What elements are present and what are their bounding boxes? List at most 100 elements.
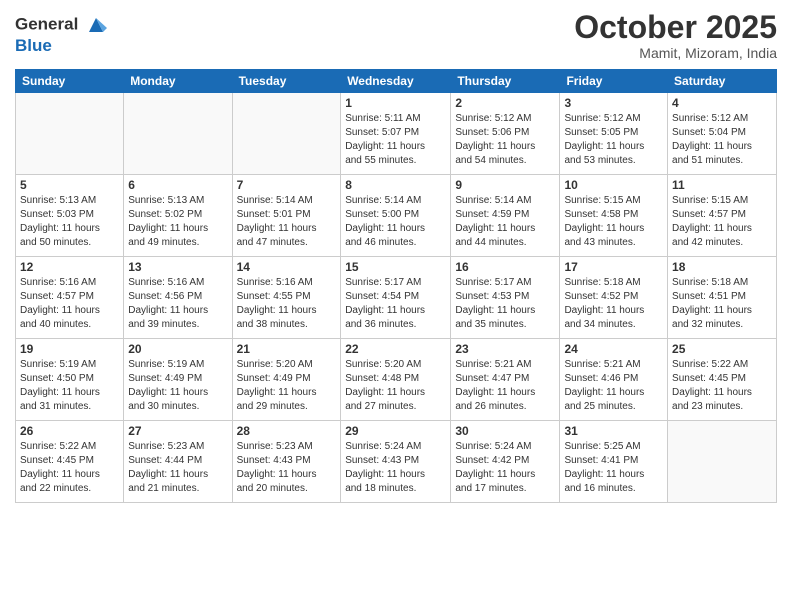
calendar-cell: 10 Sunrise: 5:15 AMSunset: 4:58 PMDayligh…	[560, 175, 668, 257]
logo: General Blue	[15, 14, 107, 56]
day-info: Sunrise: 5:23 AMSunset: 4:43 PMDaylight:…	[237, 440, 337, 496]
day-info: Sunrise: 5:24 AMSunset: 4:42 PMDaylight:…	[455, 440, 555, 496]
day-number: 17	[564, 260, 663, 274]
day-info: Sunrise: 5:20 AMSunset: 4:48 PMDaylight:…	[345, 358, 446, 414]
day-info: Sunrise: 5:21 AMSunset: 4:47 PMDaylight:…	[455, 358, 555, 414]
day-number: 28	[237, 424, 337, 438]
day-number: 18	[672, 260, 772, 274]
day-info: Sunrise: 5:19 AMSunset: 4:50 PMDaylight:…	[20, 358, 119, 414]
calendar-cell: 4 Sunrise: 5:12 AMSunset: 5:04 PMDaylight…	[668, 93, 777, 175]
weekday-header-row: SundayMondayTuesdayWednesdayThursdayFrid…	[16, 70, 777, 93]
day-number: 4	[672, 96, 772, 110]
calendar-cell: 13 Sunrise: 5:16 AMSunset: 4:56 PMDayligh…	[124, 257, 232, 339]
day-number: 13	[128, 260, 227, 274]
weekday-header-friday: Friday	[560, 70, 668, 93]
calendar-cell: 21Sunrise: 5:20 AMSunset: 4:49 PMDayligh…	[232, 339, 341, 421]
day-number: 8	[345, 178, 446, 192]
day-info: Sunrise: 5:17 AMSunset: 4:54 PMDaylight:…	[345, 276, 446, 332]
calendar-cell: 6 Sunrise: 5:13 AMSunset: 5:02 PMDaylight…	[124, 175, 232, 257]
logo-blue: Blue	[15, 36, 107, 56]
calendar-week-2: 5 Sunrise: 5:13 AMSunset: 5:03 PMDaylight…	[16, 175, 777, 257]
day-number: 5	[20, 178, 119, 192]
calendar-cell: 3 Sunrise: 5:12 AMSunset: 5:05 PMDaylight…	[560, 93, 668, 175]
day-info: Sunrise: 5:15 AMSunset: 4:58 PMDaylight:…	[564, 194, 663, 250]
day-number: 27	[128, 424, 227, 438]
calendar-week-5: 26 Sunrise: 5:22 AMSunset: 4:45 PMDayligh…	[16, 421, 777, 503]
weekday-header-wednesday: Wednesday	[341, 70, 451, 93]
day-info: Sunrise: 5:14 AMSunset: 5:00 PMDaylight:…	[345, 194, 446, 250]
day-info: Sunrise: 5:14 AMSunset: 4:59 PMDaylight:…	[455, 194, 555, 250]
day-info: Sunrise: 5:11 AMSunset: 5:07 PMDaylight:…	[345, 112, 446, 168]
day-number: 19	[20, 342, 119, 356]
day-number: 6	[128, 178, 227, 192]
calendar-cell: 16Sunrise: 5:17 AMSunset: 4:53 PMDayligh…	[451, 257, 560, 339]
weekday-header-thursday: Thursday	[451, 70, 560, 93]
calendar-cell: 11Sunrise: 5:15 AMSunset: 4:57 PMDayligh…	[668, 175, 777, 257]
calendar-cell: 9 Sunrise: 5:14 AMSunset: 4:59 PMDaylight…	[451, 175, 560, 257]
day-number: 20	[128, 342, 227, 356]
calendar-cell	[232, 93, 341, 175]
day-info: Sunrise: 5:24 AMSunset: 4:43 PMDaylight:…	[345, 440, 446, 496]
day-number: 23	[455, 342, 555, 356]
page-header: General Blue October 2025 Mamit, Mizoram…	[15, 10, 777, 61]
day-info: Sunrise: 5:17 AMSunset: 4:53 PMDaylight:…	[455, 276, 555, 332]
calendar-cell: 20 Sunrise: 5:19 AMSunset: 4:49 PMDayligh…	[124, 339, 232, 421]
weekday-header-monday: Monday	[124, 70, 232, 93]
calendar-cell: 14Sunrise: 5:16 AMSunset: 4:55 PMDayligh…	[232, 257, 341, 339]
month-title: October 2025	[574, 10, 777, 45]
calendar-cell: 29 Sunrise: 5:24 AMSunset: 4:43 PMDayligh…	[341, 421, 451, 503]
day-info: Sunrise: 5:22 AMSunset: 4:45 PMDaylight:…	[672, 358, 772, 414]
day-number: 31	[564, 424, 663, 438]
calendar-table: SundayMondayTuesdayWednesdayThursdayFrid…	[15, 69, 777, 503]
day-info: Sunrise: 5:16 AMSunset: 4:56 PMDaylight:…	[128, 276, 227, 332]
day-info: Sunrise: 5:22 AMSunset: 4:45 PMDaylight:…	[20, 440, 119, 496]
day-info: Sunrise: 5:21 AMSunset: 4:46 PMDaylight:…	[564, 358, 663, 414]
calendar-cell: 5 Sunrise: 5:13 AMSunset: 5:03 PMDaylight…	[16, 175, 124, 257]
calendar-cell	[16, 93, 124, 175]
day-info: Sunrise: 5:16 AMSunset: 4:57 PMDaylight:…	[20, 276, 119, 332]
day-number: 9	[455, 178, 555, 192]
day-info: Sunrise: 5:14 AMSunset: 5:01 PMDaylight:…	[237, 194, 337, 250]
location-subtitle: Mamit, Mizoram, India	[574, 45, 777, 61]
calendar-cell: 26 Sunrise: 5:22 AMSunset: 4:45 PMDayligh…	[16, 421, 124, 503]
day-number: 2	[455, 96, 555, 110]
weekday-header-tuesday: Tuesday	[232, 70, 341, 93]
calendar-cell: 28 Sunrise: 5:23 AMSunset: 4:43 PMDayligh…	[232, 421, 341, 503]
day-number: 7	[237, 178, 337, 192]
day-info: Sunrise: 5:19 AMSunset: 4:49 PMDaylight:…	[128, 358, 227, 414]
calendar-cell: 12Sunrise: 5:16 AMSunset: 4:57 PMDayligh…	[16, 257, 124, 339]
calendar-week-3: 12Sunrise: 5:16 AMSunset: 4:57 PMDayligh…	[16, 257, 777, 339]
logo-icon	[85, 14, 107, 36]
calendar-cell: 24 Sunrise: 5:21 AMSunset: 4:46 PMDayligh…	[560, 339, 668, 421]
calendar-cell: 15Sunrise: 5:17 AMSunset: 4:54 PMDayligh…	[341, 257, 451, 339]
day-info: Sunrise: 5:18 AMSunset: 4:51 PMDaylight:…	[672, 276, 772, 332]
day-number: 10	[564, 178, 663, 192]
day-number: 29	[345, 424, 446, 438]
day-info: Sunrise: 5:13 AMSunset: 5:02 PMDaylight:…	[128, 194, 227, 250]
day-info: Sunrise: 5:12 AMSunset: 5:06 PMDaylight:…	[455, 112, 555, 168]
calendar-cell: 31 Sunrise: 5:25 AMSunset: 4:41 PMDayligh…	[560, 421, 668, 503]
calendar-cell: 18 Sunrise: 5:18 AMSunset: 4:51 PMDayligh…	[668, 257, 777, 339]
calendar-cell: 7 Sunrise: 5:14 AMSunset: 5:01 PMDaylight…	[232, 175, 341, 257]
day-number: 14	[237, 260, 337, 274]
calendar-cell	[124, 93, 232, 175]
logo-general: General	[15, 14, 78, 33]
day-info: Sunrise: 5:20 AMSunset: 4:49 PMDaylight:…	[237, 358, 337, 414]
calendar-cell: 19 Sunrise: 5:19 AMSunset: 4:50 PMDayligh…	[16, 339, 124, 421]
day-number: 26	[20, 424, 119, 438]
calendar-cell	[668, 421, 777, 503]
calendar-week-1: 1 Sunrise: 5:11 AMSunset: 5:07 PMDaylight…	[16, 93, 777, 175]
day-number: 1	[345, 96, 446, 110]
calendar-cell: 8 Sunrise: 5:14 AMSunset: 5:00 PMDaylight…	[341, 175, 451, 257]
day-info: Sunrise: 5:13 AMSunset: 5:03 PMDaylight:…	[20, 194, 119, 250]
day-info: Sunrise: 5:18 AMSunset: 4:52 PMDaylight:…	[564, 276, 663, 332]
day-info: Sunrise: 5:12 AMSunset: 5:05 PMDaylight:…	[564, 112, 663, 168]
day-info: Sunrise: 5:12 AMSunset: 5:04 PMDaylight:…	[672, 112, 772, 168]
calendar-cell: 23 Sunrise: 5:21 AMSunset: 4:47 PMDayligh…	[451, 339, 560, 421]
day-info: Sunrise: 5:15 AMSunset: 4:57 PMDaylight:…	[672, 194, 772, 250]
day-info: Sunrise: 5:25 AMSunset: 4:41 PMDaylight:…	[564, 440, 663, 496]
day-number: 24	[564, 342, 663, 356]
calendar-cell: 2 Sunrise: 5:12 AMSunset: 5:06 PMDaylight…	[451, 93, 560, 175]
day-number: 3	[564, 96, 663, 110]
calendar-cell: 27Sunrise: 5:23 AMSunset: 4:44 PMDayligh…	[124, 421, 232, 503]
